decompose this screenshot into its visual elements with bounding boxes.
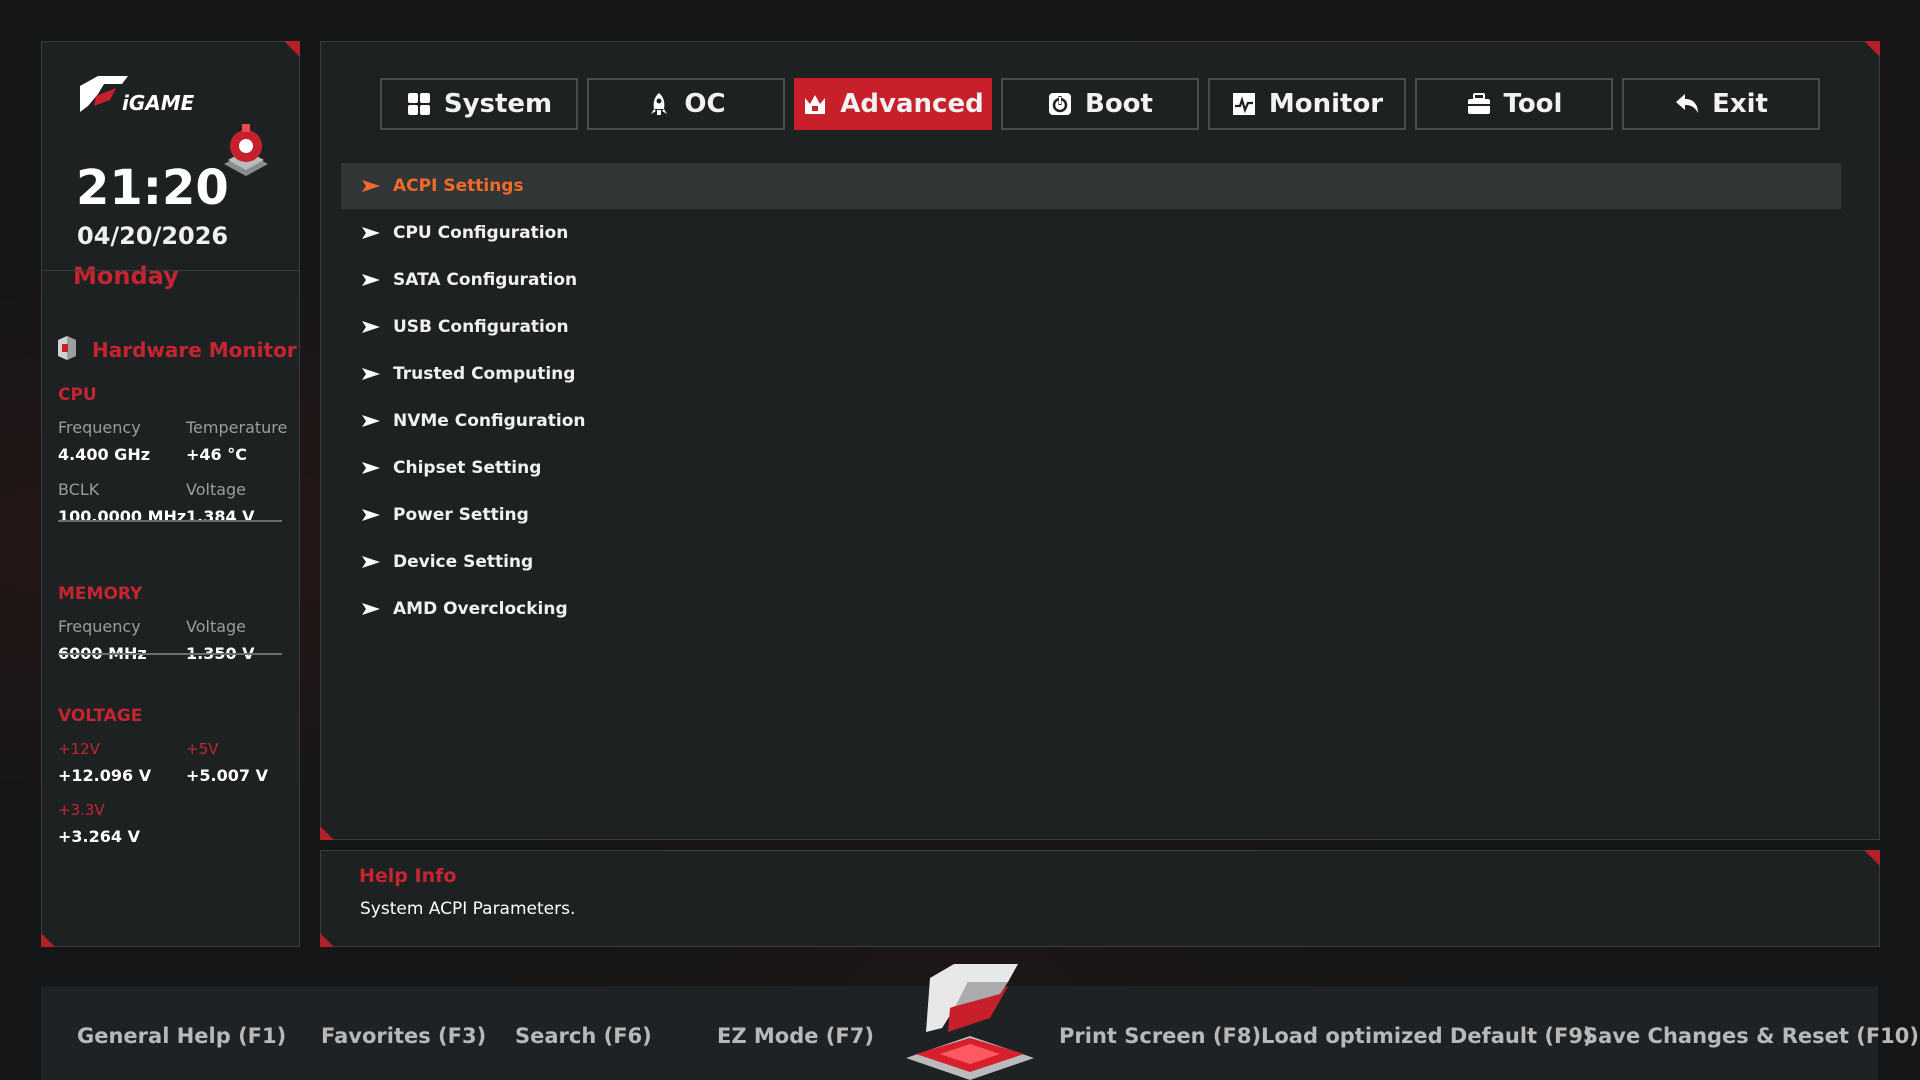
hardware-monitor-icon: [58, 336, 76, 360]
help-title: Help Info: [359, 865, 457, 887]
save-reset-button[interactable]: Save Changes & Reset (F10): [1583, 1024, 1919, 1048]
tab-exit[interactable]: Exit: [1622, 78, 1820, 130]
menu-item-label: USB Configuration: [393, 317, 569, 337]
menu-item-sata-configuration[interactable]: SATA Configuration: [341, 257, 1841, 303]
arrow-right-icon: [362, 180, 380, 192]
grid-icon: [407, 93, 430, 115]
ez-mode-button[interactable]: EZ Mode (F7): [717, 1024, 874, 1048]
tab-label: Boot: [1085, 89, 1153, 119]
memory-section-title: MEMORY: [58, 584, 143, 604]
section-divider: [58, 653, 282, 655]
general-help-button[interactable]: General Help (F1): [77, 1024, 286, 1048]
v12-label: +12V: [58, 740, 100, 758]
cpu-frequency-value: 4.400 GHz: [58, 445, 151, 464]
clock-day: Monday: [73, 262, 179, 290]
menu-item-label: Trusted Computing: [393, 364, 576, 384]
toolbox-icon: [1467, 93, 1490, 114]
igame-logo: iGAME: [80, 76, 195, 115]
tab-boot[interactable]: Boot: [1001, 78, 1199, 130]
arrow-right-icon: [362, 368, 380, 380]
menu-item-acpi-settings[interactable]: ACPI Settings: [341, 163, 1841, 209]
divider: [42, 270, 299, 271]
tab-label: OC: [684, 89, 726, 119]
arrow-right-icon: [362, 227, 380, 239]
menu-item-label: AMD Overclocking: [393, 599, 568, 619]
menu-item-label: Chipset Setting: [393, 458, 542, 478]
arrow-right-icon: [362, 556, 380, 568]
cpu-voltage-label: Voltage: [186, 480, 247, 499]
igame-emblem-icon: [906, 964, 1034, 1080]
section-divider: [58, 520, 282, 522]
arrow-right-icon: [362, 509, 380, 521]
tab-label: System: [443, 89, 553, 119]
cpu-bclk-label: BCLK: [58, 480, 100, 499]
search-button[interactable]: Search (F6): [515, 1024, 652, 1048]
menu-item-label: SATA Configuration: [393, 270, 578, 290]
menu-item-label: CPU Configuration: [393, 223, 569, 243]
memory-frequency-label: Frequency: [58, 617, 141, 636]
menu-item-nvme-configuration[interactable]: NVMe Configuration: [341, 398, 1841, 444]
hardware-sidebar: iGAME 21:20 04/20/2026 Monday Hardware M…: [41, 41, 300, 947]
favorites-button[interactable]: Favorites (F3): [321, 1024, 486, 1048]
v33-label: +3.3V: [58, 801, 105, 819]
arrow-right-icon: [362, 462, 380, 474]
menu-item-power-setting[interactable]: Power Setting: [341, 492, 1841, 538]
menu-item-label: ACPI Settings: [393, 176, 524, 196]
tab-label: Monitor: [1268, 89, 1384, 119]
help-text: System ACPI Parameters.: [360, 899, 576, 919]
arrow-right-icon: [362, 603, 380, 615]
rocket-icon: [651, 93, 668, 115]
pulse-icon: [1232, 93, 1255, 115]
clock-date: 04/20/2026: [77, 222, 229, 250]
arrow-right-icon: [362, 415, 380, 427]
cpu-section-title: CPU: [58, 385, 97, 405]
menu-item-device-setting[interactable]: Device Setting: [341, 539, 1841, 585]
menu-item-chipset-setting[interactable]: Chipset Setting: [341, 445, 1841, 491]
help-panel: Help Info System ACPI Parameters.: [320, 850, 1880, 947]
memory-voltage-label: Voltage: [186, 617, 247, 636]
menu-item-cpu-configuration[interactable]: CPU Configuration: [341, 210, 1841, 256]
voltage-section-title: VOLTAGE: [58, 706, 143, 726]
menu-item-usb-configuration[interactable]: USB Configuration: [341, 304, 1841, 350]
crown-icon: [805, 95, 826, 114]
tab-monitor[interactable]: Monitor: [1208, 78, 1406, 130]
menu-item-trusted-computing[interactable]: Trusted Computing: [341, 351, 1841, 397]
tab-label: Exit: [1712, 89, 1768, 119]
cpu-frequency-label: Frequency: [58, 418, 141, 437]
cpu-temperature-value: +46 °C: [186, 445, 247, 464]
menu-item-label: Device Setting: [393, 552, 534, 572]
load-default-button[interactable]: Load optimized Default (F9): [1261, 1024, 1593, 1048]
main-panel: System OC Advanced Boot Monitor Tool Exi…: [320, 41, 1880, 840]
power-icon: [1049, 93, 1071, 115]
return-icon: [1676, 94, 1699, 113]
svg-text:iGAME: iGAME: [122, 91, 195, 115]
cpu-temperature-label: Temperature: [186, 418, 288, 437]
cpu-voltage-value: 1.384 V: [186, 507, 255, 526]
tab-system[interactable]: System: [380, 78, 578, 130]
tab-label: Advanced: [840, 89, 984, 119]
tab-oc[interactable]: OC: [587, 78, 785, 130]
menu-item-label: NVMe Configuration: [393, 411, 586, 431]
tab-label: Tool: [1503, 89, 1563, 119]
v5-value: +5.007 V: [186, 766, 268, 785]
menu-item-amd-overclocking[interactable]: AMD Overclocking: [341, 586, 1841, 632]
clock-time: 21:20: [76, 160, 229, 216]
hardware-monitor-title: Hardware Monitor: [92, 338, 297, 362]
arrow-right-icon: [362, 321, 380, 333]
print-screen-button[interactable]: Print Screen (F8): [1059, 1024, 1261, 1048]
arrow-right-icon: [362, 274, 380, 286]
cpu-chip-icon: [224, 124, 268, 176]
v12-value: +12.096 V: [58, 766, 152, 785]
v33-value: +3.264 V: [58, 827, 140, 846]
v5-label: +5V: [186, 740, 219, 758]
tab-tool[interactable]: Tool: [1415, 78, 1613, 130]
tab-advanced[interactable]: Advanced: [794, 78, 992, 130]
menu-item-label: Power Setting: [393, 505, 529, 525]
cpu-bclk-value: 100.0000 MHz: [58, 507, 187, 526]
